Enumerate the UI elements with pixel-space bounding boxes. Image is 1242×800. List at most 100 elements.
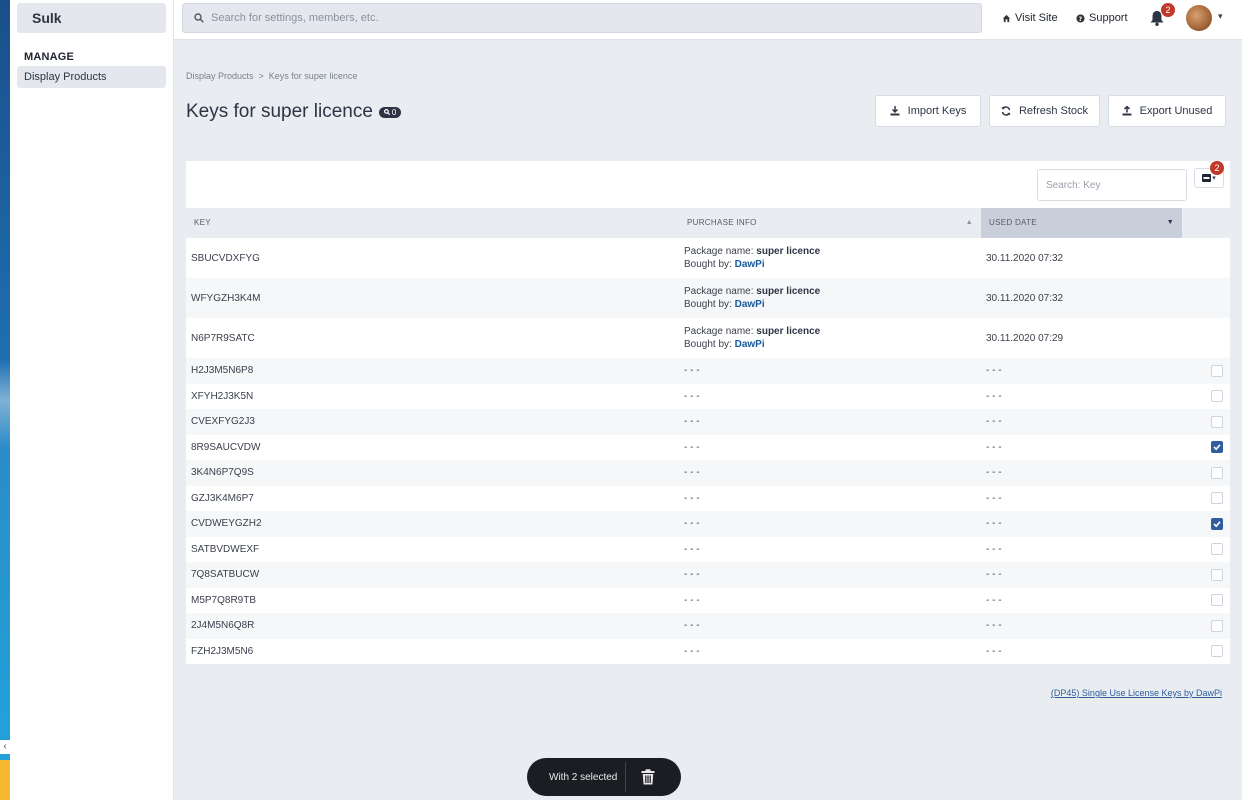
purchase-info-cell: - - -: [684, 416, 700, 428]
table-row: FZH2J3M5N6 - - - - - -: [186, 639, 1230, 665]
table-row: 8R9SAUCVDW - - - - - -: [186, 435, 1230, 461]
export-unused-button[interactable]: Export Unused: [1108, 95, 1226, 127]
table-row: H2J3M5N6P8 - - - - - -: [186, 358, 1230, 384]
row-select-checkbox[interactable]: [1211, 492, 1223, 505]
select-cell: [1211, 435, 1223, 461]
row-select-checkbox[interactable]: [1211, 441, 1223, 454]
table-row: GZJ3K4M6P7 - - - - - -: [186, 486, 1230, 512]
select-cell: [1211, 358, 1223, 384]
notification-badge: 2: [1161, 3, 1175, 17]
breadcrumb-separator: >: [258, 71, 264, 81]
breadcrumb: Display Products > Keys for super licenc…: [186, 71, 357, 81]
sidebar-item-display-products[interactable]: Display Products: [17, 66, 166, 88]
package-label: Package name:: [684, 326, 754, 337]
sort-icon: ▼: [1166, 219, 1174, 226]
key-cell: 3K4N6P7Q9S: [191, 467, 254, 479]
buyer-label: Bought by:: [684, 299, 732, 310]
key-count-badge: 0: [378, 106, 402, 118]
package-label: Package name:: [684, 286, 754, 297]
key-cell: FZH2J3M5N6: [191, 645, 254, 657]
key-search-input[interactable]: [1037, 169, 1187, 201]
package-name: super licence: [756, 326, 821, 337]
row-select-checkbox[interactable]: [1211, 645, 1223, 658]
sort-icon: ▲: [965, 219, 973, 226]
avatar[interactable]: [1186, 5, 1212, 31]
upload-icon: [1122, 106, 1132, 116]
refresh-stock-button[interactable]: Refresh Stock: [989, 95, 1100, 127]
used-date-cell: - - -: [986, 492, 1002, 504]
column-header-key-label: KEY: [194, 218, 211, 227]
select-cell: [1211, 486, 1223, 512]
select-cell: [1211, 613, 1223, 639]
table-row: 3K4N6P7Q9S - - - - - -: [186, 460, 1230, 486]
used-date-cell: - - -: [986, 594, 1002, 606]
purchase-info-cell: - - -: [684, 594, 700, 606]
buyer-line: Bought by: DawPi: [684, 299, 765, 310]
table-row: M5P7Q8R9TB - - - - - -: [186, 588, 1230, 614]
buyer-line: Bought by: DawPi: [684, 339, 765, 350]
purchase-info-cell: - - -: [684, 441, 700, 453]
breadcrumb-item-display-products[interactable]: Display Products: [186, 71, 254, 81]
home-icon: [1002, 14, 1011, 22]
used-date-cell: - - -: [986, 645, 1002, 657]
column-header-key[interactable]: KEY: [186, 208, 679, 238]
refresh-stock-label: Refresh Stock: [1018, 105, 1089, 117]
row-select-checkbox[interactable]: [1211, 594, 1223, 607]
svg-text:?: ?: [1079, 16, 1083, 23]
purchase-info-cell: - - -: [684, 492, 700, 504]
buyer-link[interactable]: DawPi: [735, 339, 765, 350]
used-date-cell: 30.11.2020 07:32: [986, 292, 1064, 304]
row-select-checkbox[interactable]: [1211, 466, 1223, 479]
visit-site-link[interactable]: Visit Site: [1002, 12, 1058, 24]
check-icon: [1213, 521, 1221, 528]
select-cell: [1211, 537, 1223, 563]
key-cell: GZJ3K4M6P7: [191, 492, 254, 504]
plugin-credit-link[interactable]: (DP45) Single Use License Keys by DawPi: [1051, 688, 1222, 698]
row-select-checkbox[interactable]: [1211, 415, 1223, 428]
collapse-sidebar-icon[interactable]: ‹: [0, 740, 10, 754]
column-header-used-date[interactable]: USED DATE ▼: [981, 208, 1182, 238]
select-cell: [1211, 639, 1223, 665]
sidebar: Sulk MANAGE Display Products: [10, 0, 174, 800]
select-cell: [1211, 409, 1223, 435]
download-icon: [890, 106, 900, 116]
import-keys-button[interactable]: Import Keys: [875, 95, 981, 127]
row-select-checkbox[interactable]: [1211, 364, 1223, 377]
purchase-info-cell: Package name: super licence Bought by: Da…: [684, 278, 820, 318]
key-cell: CVDWEYGZH2: [191, 518, 262, 530]
support-label: Support: [1089, 12, 1128, 24]
buyer-link[interactable]: DawPi: [735, 299, 765, 310]
key-cell: XFYH2J3K5N: [191, 390, 254, 402]
delete-selected-button[interactable]: [626, 769, 670, 785]
global-search-input[interactable]: [182, 3, 982, 33]
purchase-info-cell: - - -: [684, 645, 700, 657]
brand-name[interactable]: Sulk: [17, 3, 166, 33]
row-select-checkbox[interactable]: [1211, 543, 1223, 556]
row-select-checkbox[interactable]: [1211, 390, 1223, 403]
table-row: 2J4M5N6Q8R - - - - - -: [186, 613, 1230, 639]
check-icon: [1213, 444, 1221, 451]
key-cell: 8R9SAUCVDW: [191, 441, 261, 453]
select-cell: [1211, 588, 1223, 614]
purchase-info-cell: - - -: [684, 518, 700, 530]
support-link[interactable]: ? Support: [1076, 12, 1128, 24]
sidebar-section-title: MANAGE: [24, 51, 75, 63]
key-cell: N6P7R9SATC: [191, 332, 255, 344]
row-select-checkbox[interactable]: [1211, 517, 1223, 530]
buyer-label: Bought by:: [684, 339, 732, 350]
selection-count-text: With 2 selected: [549, 771, 618, 783]
page-title: Keys for super licence: [186, 101, 373, 122]
search-icon: [194, 13, 204, 23]
used-date-cell: - - -: [986, 416, 1002, 428]
row-select-checkbox[interactable]: [1211, 568, 1223, 581]
column-header-info-label: PURCHASE INFO: [687, 218, 757, 227]
key-cell: M5P7Q8R9TB: [191, 594, 257, 606]
column-toggle-badge: 2: [1210, 161, 1224, 175]
trash-icon: [641, 769, 655, 785]
row-select-checkbox[interactable]: [1211, 619, 1223, 632]
buyer-link[interactable]: DawPi: [735, 259, 765, 270]
package-name: super licence: [756, 246, 821, 257]
column-header-purchase-info[interactable]: PURCHASE INFO ▲: [679, 208, 981, 238]
table-row: CVEXFYG2J3 - - - - - -: [186, 409, 1230, 435]
chevron-down-icon[interactable]: ▾: [1218, 11, 1223, 22]
